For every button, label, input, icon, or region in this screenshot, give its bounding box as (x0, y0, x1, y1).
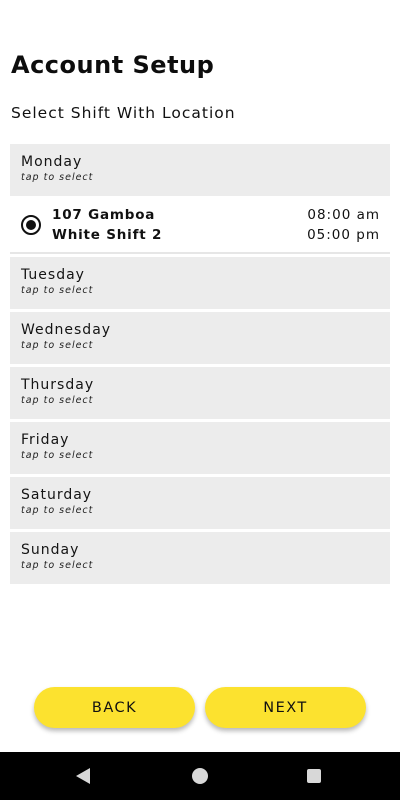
page-title: Account Setup (11, 51, 215, 79)
system-nav-bar (0, 752, 400, 800)
day-name: Wednesday (21, 322, 112, 338)
day-row-sunday[interactable]: Sunday tap to select (10, 532, 390, 584)
radio-dot-icon (26, 220, 36, 230)
day-name: Saturday (21, 487, 93, 503)
recents-square-icon[interactable] (307, 769, 321, 783)
day-row-saturday[interactable]: Saturday tap to select (10, 477, 390, 529)
back-triangle-icon[interactable] (76, 768, 90, 784)
shift-start-time: 08:00 am (307, 207, 380, 223)
shift-end-time: 05:00 pm (307, 227, 380, 243)
day-name: Friday (21, 432, 70, 448)
back-button[interactable]: BACK (34, 687, 195, 728)
shift-location: 107 Gamboa (52, 207, 156, 223)
account-setup-screen: Account Setup Select Shift With Location… (0, 0, 400, 800)
day-hint: tap to select (21, 395, 94, 406)
home-circle-icon[interactable] (192, 768, 208, 784)
day-row-wednesday[interactable]: Wednesday tap to select (10, 312, 390, 364)
page-subtitle: Select Shift With Location (11, 104, 236, 122)
shift-name: White Shift 2 (52, 227, 163, 243)
day-row-thursday[interactable]: Thursday tap to select (10, 367, 390, 419)
day-hint: tap to select (21, 172, 94, 183)
day-hint: tap to select (21, 285, 94, 296)
radio-selected-icon[interactable] (21, 215, 41, 235)
day-row-friday[interactable]: Friday tap to select (10, 422, 390, 474)
shift-option[interactable]: 107 Gamboa White Shift 2 08:00 am 05:00 … (10, 196, 390, 254)
next-button[interactable]: NEXT (205, 687, 366, 728)
day-name: Tuesday (21, 267, 85, 283)
day-hint: tap to select (21, 340, 94, 351)
day-name: Sunday (21, 542, 80, 558)
day-hint: tap to select (21, 505, 94, 516)
day-list: Monday tap to select 107 Gamboa White Sh… (10, 144, 390, 587)
day-hint: tap to select (21, 560, 94, 571)
day-hint: tap to select (21, 450, 94, 461)
day-name: Monday (21, 154, 83, 170)
day-row-monday[interactable]: Monday tap to select (10, 144, 390, 196)
day-name: Thursday (21, 377, 95, 393)
day-row-tuesday[interactable]: Tuesday tap to select (10, 257, 390, 309)
